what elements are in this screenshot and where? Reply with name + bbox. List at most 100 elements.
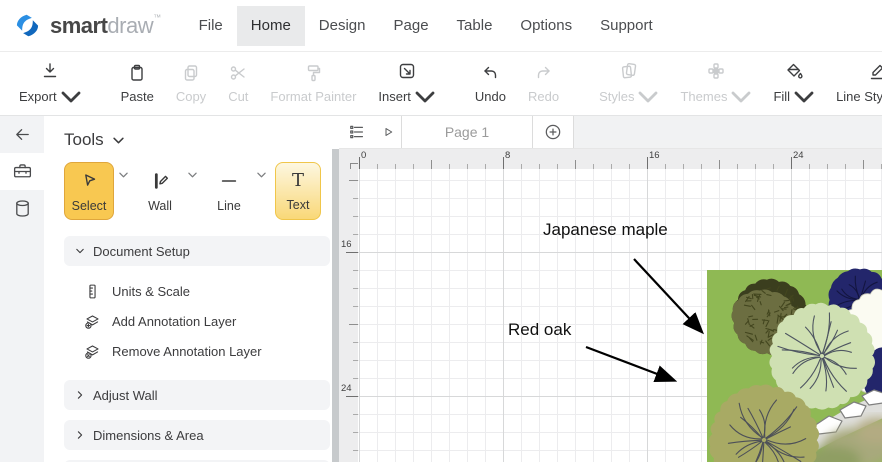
page-list-button[interactable] <box>339 116 375 148</box>
menu-options[interactable]: Options <box>506 6 586 46</box>
page-tab[interactable]: Page 1 <box>401 116 533 148</box>
main-menu: File Home Design Page Table Options Supp… <box>185 0 667 52</box>
format-painter-button[interactable]: Format Painter <box>259 59 367 108</box>
line-tool-label: Line <box>217 199 241 213</box>
item-label: Add Annotation Layer <box>112 314 236 329</box>
toolbar: Export Paste Copy Cut Format Painter Ins… <box>0 52 882 116</box>
brand-text: smartdraw™ <box>50 13 161 39</box>
panel-title-label: Tools <box>64 130 104 150</box>
rail-item-tools[interactable] <box>0 153 44 190</box>
export-button[interactable]: Export <box>8 57 92 111</box>
ruler-label: 24 <box>793 150 804 161</box>
paste-button[interactable]: Paste <box>110 59 165 108</box>
item-remove-annotation-layer[interactable]: Remove Annotation Layer <box>84 336 330 366</box>
redo-button[interactable]: Redo <box>517 59 570 108</box>
drawing-canvas[interactable]: Japanese maple Red oak <box>358 169 882 462</box>
page-tab-bar: Page 1 <box>339 116 882 149</box>
rail-item-symbols[interactable] <box>0 190 44 227</box>
menu-support[interactable]: Support <box>586 6 667 46</box>
fill-icon <box>784 61 804 81</box>
panel-title[interactable]: Tools <box>64 130 332 150</box>
menu-file[interactable]: File <box>185 6 237 46</box>
section-label: Adjust Wall <box>93 388 158 403</box>
cut-button[interactable]: Cut <box>217 59 259 108</box>
chevron-down-icon <box>794 87 814 107</box>
ruler-label: 8 <box>505 150 510 161</box>
smartdraw-logo-icon <box>14 12 41 39</box>
page-list-icon <box>347 122 367 142</box>
section-adjust-wall[interactable]: Adjust Wall <box>64 380 330 410</box>
smartdraw-app: smartdraw™ File Home Design Page Table O… <box>0 0 882 463</box>
wall-tool-chevron-icon[interactable] <box>188 172 197 178</box>
page-tab-label: Page 1 <box>445 124 489 140</box>
smartdraw-logo[interactable]: smartdraw™ <box>14 12 161 39</box>
undo-button[interactable]: Undo <box>464 59 517 108</box>
styles-icon <box>619 61 639 81</box>
ruler-label: 16 <box>341 239 352 250</box>
themes-icon <box>706 61 726 81</box>
ruler-label: 0 <box>361 150 366 161</box>
plus-circle-icon <box>543 122 563 142</box>
tools-panel: Tools Select Wall Line <box>44 116 332 462</box>
insert-icon <box>397 61 417 81</box>
copy-icon <box>181 63 201 83</box>
menu-design[interactable]: Design <box>305 6 380 46</box>
play-icon <box>380 124 396 140</box>
layer-remove-icon <box>84 343 101 360</box>
select-tool-button[interactable]: Select <box>64 162 114 220</box>
toolbox-icon <box>12 161 33 182</box>
panel-splitter[interactable] <box>332 116 339 462</box>
item-units-scale[interactable]: Units & Scale <box>84 276 330 306</box>
scissors-icon <box>228 63 248 83</box>
copy-button[interactable]: Copy <box>165 59 217 108</box>
left-rail <box>0 116 44 462</box>
wall-icon <box>149 170 171 192</box>
text-tool-icon: T <box>292 171 304 191</box>
section-label: Document Setup <box>93 244 190 259</box>
section-document-setup[interactable]: Document Setup <box>64 236 330 266</box>
undo-icon <box>480 63 500 83</box>
layer-add-icon <box>84 313 101 330</box>
menu-page[interactable]: Page <box>380 6 443 46</box>
item-label: Remove Annotation Layer <box>112 344 262 359</box>
annotation-red-oak[interactable]: Red oak <box>508 320 571 340</box>
text-tool-button[interactable]: T Text <box>275 162 321 220</box>
item-add-annotation-layer[interactable]: Add Annotation Layer <box>84 306 330 336</box>
add-page-button[interactable] <box>533 116 573 148</box>
chevron-down-icon <box>415 87 435 107</box>
vertical-ruler: 16 24 <box>339 169 358 462</box>
section-partial[interactable] <box>64 460 330 462</box>
insert-button[interactable]: Insert <box>367 57 446 111</box>
chevron-right-icon <box>76 431 84 439</box>
back-button[interactable] <box>0 116 44 153</box>
styles-button[interactable]: Styles <box>588 57 669 111</box>
line-style-button[interactable]: Line Style <box>825 57 882 111</box>
section-label: Dimensions & Area <box>93 428 204 443</box>
wall-tool-label: Wall <box>148 199 172 213</box>
section-dimensions-area[interactable]: Dimensions & Area <box>64 420 330 450</box>
annotation-japanese-maple[interactable]: Japanese maple <box>543 220 668 240</box>
line-tool-button[interactable]: Line <box>206 162 252 220</box>
chevron-down-icon <box>61 87 81 107</box>
tool-buttons: Select Wall Line T Text <box>64 162 332 220</box>
menu-table[interactable]: Table <box>443 6 507 46</box>
line-icon <box>218 170 240 192</box>
wall-tool-button[interactable]: Wall <box>137 162 183 220</box>
expand-tabs-button[interactable] <box>375 116 401 148</box>
annotation-arrow-1[interactable] <box>586 347 673 380</box>
line-tool-chevron-icon[interactable] <box>257 172 266 178</box>
select-tool-chevron-icon[interactable] <box>119 172 128 178</box>
redo-icon <box>534 63 554 83</box>
text-tool-label: Text <box>287 198 310 212</box>
database-icon <box>12 198 33 219</box>
menu-home[interactable]: Home <box>237 6 305 46</box>
chevron-right-icon <box>76 391 84 399</box>
ruler-corner <box>339 149 358 169</box>
annotation-arrow-0[interactable] <box>634 259 701 331</box>
format-painter-icon <box>303 63 323 83</box>
themes-button[interactable]: Themes <box>669 57 762 111</box>
landscape-drawing[interactable] <box>358 169 882 462</box>
back-arrow-icon <box>12 124 33 145</box>
ruler-icon <box>84 283 101 300</box>
fill-button[interactable]: Fill <box>762 57 825 111</box>
